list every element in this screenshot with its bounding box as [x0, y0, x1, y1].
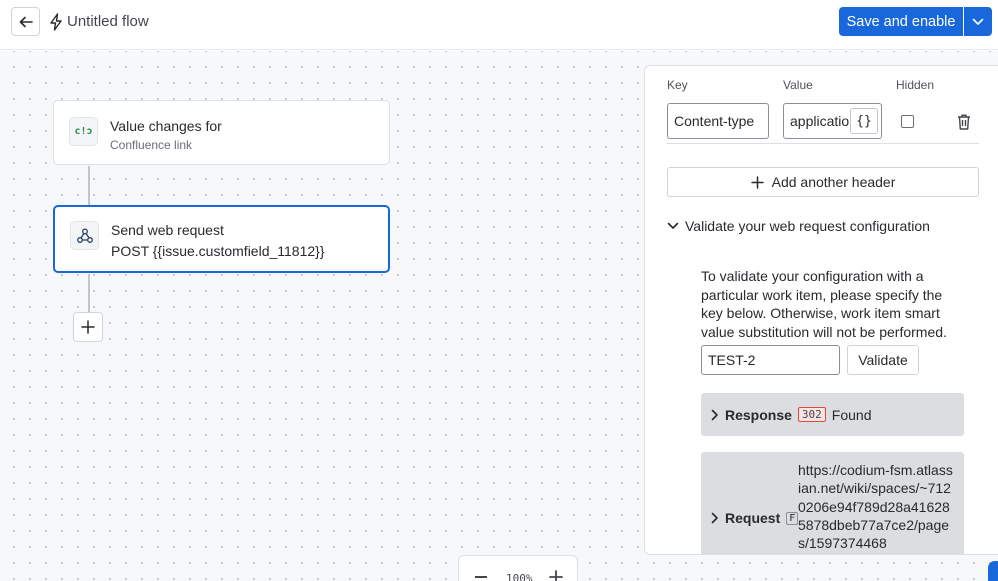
header-key-input[interactable]: Content-type: [667, 103, 769, 139]
zoom-out-button[interactable]: [475, 576, 487, 578]
validate-section-label: Validate your web request configuration: [685, 218, 930, 234]
request-expander[interactable]: Request F https://codium-fsm.atlassian.n…: [701, 452, 964, 554]
web-request-config-panel: Key Value Hidden Content-type applicatio…: [644, 65, 998, 555]
column-header-hidden: Hidden: [896, 78, 935, 92]
request-method-badge: F: [786, 511, 799, 525]
header-value-input[interactable]: application/json {}: [783, 103, 882, 139]
trigger-node[interactable]: c!ɔ Value changes for Confluence link: [53, 100, 390, 165]
chevron-right-icon: [711, 512, 718, 524]
trigger-icon-glyph: c!ɔ: [74, 126, 93, 137]
header-value-text: application/json: [790, 113, 852, 129]
save-options-dropdown-button[interactable]: [964, 7, 992, 36]
chevron-down-icon: [667, 222, 679, 229]
zoom-controls: 100%: [458, 555, 578, 581]
confluence-trigger-icon: c!ɔ: [69, 117, 98, 146]
send-web-request-node[interactable]: Send web request POST {{issue.customfiel…: [53, 205, 390, 273]
chevron-right-icon: [711, 409, 718, 420]
add-step-button[interactable]: [73, 312, 103, 342]
save-and-enable-button[interactable]: Save and enable: [839, 7, 963, 36]
validate-description: To validate your configuration with a pa…: [701, 268, 947, 340]
connector-line: [88, 274, 90, 312]
validate-section-toggle[interactable]: Validate your web request configuration: [667, 218, 930, 234]
response-label: Response: [725, 406, 792, 423]
request-url: https://codium-fsm.atlassian.net/wiki/sp…: [798, 462, 953, 552]
smart-value-button[interactable]: {}: [850, 108, 878, 134]
work-item-key-value: TEST-2: [708, 352, 756, 368]
connector-line: [88, 166, 90, 205]
status-text: Found: [831, 406, 872, 423]
header-key-value: Content-type: [674, 113, 755, 129]
column-header-key: Key: [667, 78, 688, 92]
request-label-group: Request F: [711, 510, 799, 526]
action-title: Send web request: [111, 222, 224, 238]
trigger-subtitle: Confluence link: [110, 138, 193, 152]
back-button[interactable]: [11, 7, 40, 36]
chevron-down-icon: [972, 18, 984, 25]
request-label: Request: [725, 510, 781, 526]
table-divider: [667, 143, 979, 144]
add-another-header-button[interactable]: Add another header: [667, 167, 979, 197]
validate-button[interactable]: Validate: [847, 345, 919, 375]
trigger-title: Value changes for: [110, 118, 222, 134]
work-item-key-input[interactable]: TEST-2: [701, 345, 840, 375]
trash-icon[interactable]: [956, 113, 972, 131]
lightning-bolt-icon: [50, 13, 62, 31]
status-code-badge: 302: [797, 407, 826, 422]
zoom-level: 100%: [506, 572, 533, 581]
plus-icon: [750, 175, 764, 189]
response-expander[interactable]: Response 302 Found: [701, 393, 964, 436]
arrow-left-icon: [19, 16, 33, 27]
column-header-value: Value: [783, 78, 813, 92]
action-subtitle: POST {{issue.customfield_11812}}: [111, 243, 325, 259]
top-bar: Untitled flow Save and enable: [0, 0, 998, 50]
webhook-icon: [70, 221, 99, 250]
flow-title[interactable]: Untitled flow: [67, 13, 149, 30]
hidden-checkbox[interactable]: [901, 115, 914, 128]
help-chat-button[interactable]: [988, 561, 998, 581]
app-root: Untitled flow Save and enable c!ɔ Value …: [0, 0, 998, 581]
zoom-in-button[interactable]: [549, 570, 563, 581]
plus-icon: [81, 320, 95, 334]
add-header-label: Add another header: [771, 174, 896, 190]
